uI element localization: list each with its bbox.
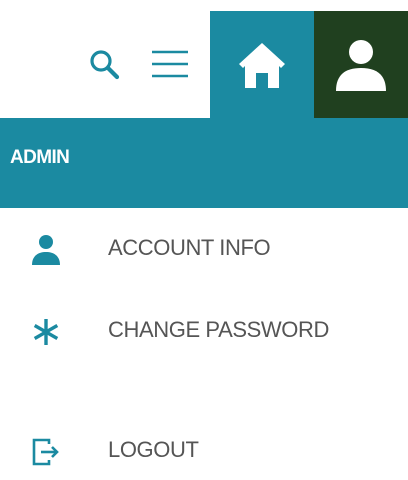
home-button[interactable] — [210, 11, 314, 118]
search-icon — [90, 50, 120, 80]
hamburger-menu-icon — [152, 50, 188, 78]
admin-header-bar: ADMIN — [0, 118, 408, 208]
menu-item-label: LOGOUT — [108, 437, 199, 462]
menu-item-label: CHANGE PASSWORD — [108, 317, 329, 342]
logout-icon — [29, 435, 63, 469]
menu-item-change-password[interactable]: CHANGE PASSWORD — [0, 304, 408, 360]
user-icon — [29, 233, 63, 267]
asterisk-icon — [29, 315, 63, 349]
home-icon — [239, 42, 285, 88]
admin-label: ADMIN — [10, 147, 70, 168]
menu-button[interactable] — [146, 42, 194, 86]
user-profile-button[interactable] — [314, 11, 408, 118]
search-button[interactable] — [84, 44, 126, 86]
user-icon — [336, 39, 386, 91]
top-toolbar — [0, 0, 408, 118]
menu-item-account-info[interactable]: ACCOUNT INFO — [0, 222, 408, 278]
menu-item-label: ACCOUNT INFO — [108, 235, 271, 260]
